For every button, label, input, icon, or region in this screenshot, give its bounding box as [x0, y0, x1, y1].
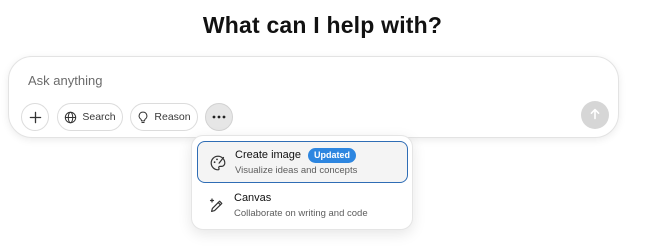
- prompt-composer: Search Reason: [8, 56, 619, 138]
- globe-icon: [64, 111, 77, 124]
- menu-item-create-image[interactable]: Create image Updated Visualize ideas and…: [197, 141, 408, 183]
- search-label: Search: [82, 111, 116, 123]
- create-image-title: Create image: [235, 149, 302, 161]
- lightbulb-icon: [137, 111, 149, 124]
- updated-badge: Updated: [308, 148, 356, 163]
- reason-label: Reason: [154, 111, 191, 123]
- create-image-subtitle: Visualize ideas and concepts: [235, 165, 358, 176]
- canvas-subtitle: Collaborate on writing and code: [234, 208, 368, 219]
- add-attachment-button[interactable]: [21, 103, 49, 131]
- prompt-input[interactable]: [28, 70, 568, 90]
- search-button[interactable]: Search: [57, 103, 123, 131]
- page-heading: What can I help with?: [202, 12, 443, 38]
- page: What can I help with? Search: [0, 0, 645, 247]
- more-tools-button[interactable]: [205, 103, 233, 131]
- ellipsis-icon: [212, 115, 226, 119]
- palette-icon: [209, 154, 227, 172]
- tools-menu: Create image Updated Visualize ideas and…: [191, 135, 413, 230]
- menu-item-canvas[interactable]: Canvas Collaborate on writing and code: [197, 185, 408, 227]
- canvas-title: Canvas: [234, 192, 272, 204]
- reason-button[interactable]: Reason: [130, 103, 198, 131]
- pen-sparkle-icon: [208, 197, 226, 215]
- arrow-up-icon: [589, 108, 601, 123]
- plus-icon: [29, 111, 42, 124]
- send-button[interactable]: [581, 101, 609, 129]
